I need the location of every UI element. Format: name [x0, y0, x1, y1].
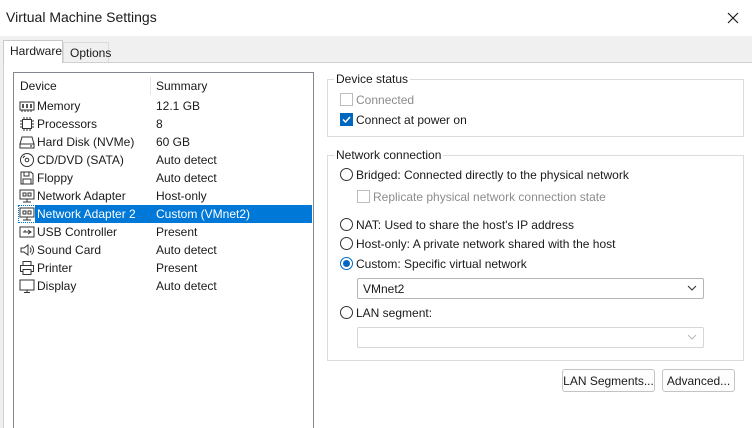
- device-summary: Auto detect: [156, 153, 217, 167]
- nat-radio[interactable]: [340, 218, 353, 231]
- device-summary: 60 GB: [156, 135, 191, 149]
- device-row-processors[interactable]: Processors 8: [14, 115, 313, 133]
- title-bar: Virtual Machine Settings: [0, 0, 752, 36]
- tab-options[interactable]: Options: [63, 42, 111, 62]
- custom-network-value: VMnet2: [363, 282, 405, 296]
- close-icon: [727, 12, 739, 24]
- device-summary: Host-only: [156, 189, 207, 203]
- network-connection-label: Network connection: [334, 148, 444, 162]
- advanced-button[interactable]: Advanced...: [662, 369, 735, 392]
- window-title: Virtual Machine Settings: [6, 9, 157, 25]
- device-name: Network Adapter: [37, 189, 126, 203]
- device-row-hard-disk[interactable]: Hard Disk (NVMe) 60 GB: [14, 133, 313, 151]
- custom-label: Custom: Specific virtual network: [356, 257, 527, 271]
- device-summary: Auto detect: [156, 279, 217, 293]
- device-name: USB Controller: [37, 225, 118, 239]
- memory-icon: [19, 101, 35, 112]
- column-separator: [150, 77, 151, 95]
- checkmark-icon: [342, 116, 351, 124]
- bridged-radio[interactable]: [340, 168, 353, 181]
- device-row-display[interactable]: Display Auto detect: [14, 277, 313, 295]
- device-row-cd-dvd[interactable]: CD/DVD (SATA) Auto detect: [14, 151, 313, 169]
- host-only-label: Host-only: A private network shared with…: [356, 237, 616, 251]
- lan-segments-button[interactable]: LAN Segments...: [562, 369, 655, 392]
- usb-icon: [19, 226, 35, 238]
- device-row-network-adapter[interactable]: Network Adapter Host-only: [14, 187, 313, 205]
- hard-disk-icon: [19, 136, 35, 149]
- lan-segment-select[interactable]: [357, 327, 704, 348]
- speaker-icon: [20, 244, 34, 256]
- lan-segment-radio[interactable]: [340, 306, 353, 319]
- device-name: Hard Disk (NVMe): [37, 135, 135, 149]
- device-summary: Auto detect: [156, 243, 217, 257]
- tab-hardware[interactable]: Hardware: [3, 40, 63, 63]
- lan-segment-label: LAN segment:: [356, 306, 433, 320]
- device-summary: 12.1 GB: [156, 99, 201, 113]
- device-name: CD/DVD (SATA): [37, 153, 124, 167]
- device-name: Sound Card: [37, 243, 102, 257]
- device-row-network-adapter-2[interactable]: Network Adapter 2 Custom (VMnet2): [14, 205, 313, 223]
- printer-icon: [20, 261, 34, 275]
- host-only-radio[interactable]: [340, 237, 353, 250]
- device-name: Printer: [37, 261, 73, 275]
- device-list[interactable]: Device Summary Memory 12.1 GB Processors…: [13, 72, 314, 428]
- device-summary: Custom (VMnet2): [156, 207, 251, 221]
- connect-at-power-on-checkbox[interactable]: [340, 113, 353, 126]
- processor-icon: [20, 117, 34, 131]
- connected-checkbox[interactable]: [340, 93, 353, 106]
- floppy-icon: [20, 171, 34, 185]
- device-summary: Present: [156, 225, 198, 239]
- column-header-summary[interactable]: Summary: [156, 79, 207, 93]
- device-row-floppy[interactable]: Floppy Auto detect: [14, 169, 313, 187]
- device-name: Display: [37, 279, 77, 293]
- nat-label: NAT: Used to share the host's IP address: [356, 218, 574, 232]
- device-status-group: Device status: [327, 72, 744, 137]
- cd-dvd-icon: [20, 153, 34, 167]
- chevron-down-icon: [687, 334, 697, 340]
- connect-at-power-on-label: Connect at power on: [356, 113, 467, 127]
- connected-label: Connected: [356, 93, 415, 107]
- device-row-sound-card[interactable]: Sound Card Auto detect: [14, 241, 313, 259]
- close-button[interactable]: [714, 0, 752, 36]
- device-row-printer[interactable]: Printer Present: [14, 259, 313, 277]
- device-summary: Present: [156, 261, 198, 275]
- device-name: Processors: [37, 117, 98, 131]
- device-list-header: Device Summary: [14, 73, 313, 97]
- device-status-label: Device status: [334, 72, 411, 86]
- display-icon: [19, 279, 35, 293]
- device-summary: Auto detect: [156, 171, 217, 185]
- replicate-state-label: Replicate physical network connection st…: [373, 190, 606, 204]
- bridged-label: Bridged: Connected directly to the physi…: [356, 168, 629, 182]
- replicate-state-checkbox[interactable]: [357, 190, 370, 203]
- network-adapter-icon: [18, 205, 36, 223]
- custom-radio[interactable]: [340, 257, 353, 270]
- device-row-memory[interactable]: Memory 12.1 GB: [14, 97, 313, 115]
- device-row-usb-controller[interactable]: USB Controller Present: [14, 223, 313, 241]
- column-header-device[interactable]: Device: [20, 79, 57, 93]
- device-name: Floppy: [37, 171, 74, 185]
- custom-network-select[interactable]: VMnet2: [357, 278, 704, 299]
- device-name: Network Adapter 2: [37, 207, 136, 221]
- chevron-down-icon: [687, 285, 697, 291]
- device-summary: 8: [156, 117, 163, 131]
- device-name: Memory: [37, 99, 81, 113]
- network-adapter-icon: [19, 189, 35, 203]
